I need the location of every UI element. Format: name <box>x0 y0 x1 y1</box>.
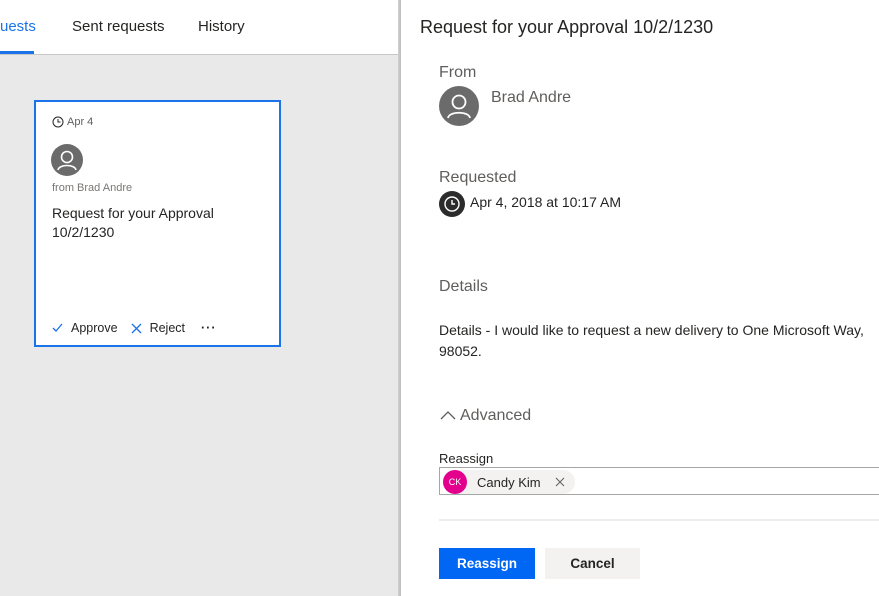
tab-sent-requests[interactable]: Sent requests <box>72 18 165 35</box>
close-icon <box>555 477 564 487</box>
card-actions: Approve Reject ··· <box>52 321 217 335</box>
tab-bar: uests Sent requests History <box>0 0 400 55</box>
advanced-label: Advanced <box>460 407 532 424</box>
approve-button[interactable]: Approve <box>52 321 118 335</box>
card-from: from Brad Andre <box>52 182 133 194</box>
details-label: Details <box>439 278 488 295</box>
avatar-icon <box>439 86 479 126</box>
cancel-button[interactable]: Cancel <box>545 548 640 579</box>
tab-received-requests[interactable]: uests <box>0 18 36 35</box>
from-label: From <box>439 64 477 81</box>
persona-initials: CK <box>443 470 467 494</box>
approve-label: Approve <box>71 321 118 335</box>
section-divider <box>439 519 879 521</box>
clock-icon <box>439 191 465 217</box>
card-date-text: Apr 4 <box>67 116 94 128</box>
remove-persona-button[interactable] <box>555 477 565 487</box>
card-date: Apr 4 <box>52 116 93 128</box>
persona-chip[interactable]: CK Candy Kim <box>443 470 575 494</box>
card-title[interactable]: Request for your Approval 10/2/1230 <box>52 204 252 242</box>
reject-label: Reject <box>149 321 185 335</box>
reassign-button[interactable]: Reassign <box>439 548 535 579</box>
requests-list-pane: uests Sent requests History Apr 4 from B… <box>0 0 400 596</box>
advanced-toggle[interactable]: Advanced <box>439 407 531 425</box>
clock-icon <box>52 116 64 128</box>
detail-title: Request for your Approval 10/2/1230 <box>420 17 714 37</box>
active-tab-indicator <box>0 51 34 54</box>
avatar-icon <box>51 144 83 176</box>
request-card[interactable]: Apr 4 from Brad Andre Request for your A… <box>34 100 281 347</box>
reassign-label: Reassign <box>439 451 494 466</box>
from-name: Brad Andre <box>491 89 572 106</box>
reassign-people-picker[interactable]: CK Candy Kim <box>439 467 879 495</box>
persona-name: Candy Kim <box>477 474 541 490</box>
details-text-line: Details - I would like to request a new … <box>439 322 864 338</box>
requested-time: Apr 4, 2018 at 10:17 AM <box>470 194 621 210</box>
chevron-up-icon <box>440 411 456 420</box>
close-icon <box>131 323 142 333</box>
details-text: Details - I would like to request a new … <box>439 320 879 362</box>
tab-history[interactable]: History <box>198 18 245 35</box>
request-detail-pane: Request for your Approval 10/2/1230 From… <box>401 0 879 596</box>
details-text-line: 98052. <box>439 343 482 359</box>
requested-label: Requested <box>439 169 517 186</box>
more-options-button[interactable]: ··· <box>201 321 217 335</box>
reject-button[interactable]: Reject <box>131 321 185 335</box>
checkmark-icon <box>52 323 63 332</box>
